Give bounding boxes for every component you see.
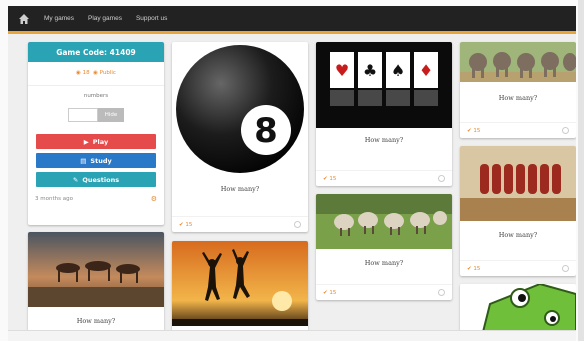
gear-icon[interactable]: ⚙ bbox=[151, 195, 157, 203]
circle-icon[interactable] bbox=[562, 127, 569, 134]
nav-play-games[interactable]: Play games bbox=[88, 15, 122, 22]
card-sunset[interactable] bbox=[172, 241, 308, 330]
eye-icon: ◉ bbox=[76, 70, 81, 76]
card-caption: How many? bbox=[498, 94, 538, 102]
hide-toggle[interactable]: Hide bbox=[28, 108, 164, 122]
visibility-label: Public bbox=[99, 70, 116, 76]
card-aces[interactable]: ♥ ♣ ♠ ♦ How many? ✔ 15 bbox=[316, 42, 452, 186]
card-horses[interactable]: How many? bbox=[28, 232, 164, 330]
likes-count[interactable]: ✔ 15 bbox=[467, 128, 480, 134]
card-caption: How many? bbox=[364, 136, 404, 144]
nav-support-us[interactable]: Support us bbox=[136, 15, 167, 22]
bottom-strip bbox=[8, 330, 576, 341]
likes-count[interactable]: ✔ 15 bbox=[179, 222, 192, 228]
frog-image bbox=[460, 284, 576, 330]
circle-icon[interactable] bbox=[438, 289, 445, 296]
card-caption: How many? bbox=[220, 185, 260, 193]
card-caption: How many? bbox=[498, 231, 538, 239]
game-meta: 3 months ago ⚙ bbox=[28, 195, 164, 203]
card-elephants[interactable]: How many? ✔ 15 bbox=[460, 42, 576, 138]
book-icon: ▤ bbox=[80, 156, 87, 165]
likes-count[interactable]: ✔ 15 bbox=[467, 266, 480, 272]
svg-text:8: 8 bbox=[254, 111, 278, 151]
card-sausages[interactable]: How many? ✔ 15 bbox=[460, 146, 576, 276]
card-footer: ✔ 15 bbox=[316, 284, 452, 300]
study-label: Study bbox=[90, 156, 112, 165]
questions-button[interactable]: ✎ Questions bbox=[36, 172, 156, 187]
card-8-ball[interactable]: 8 How many? ✔ 15 bbox=[172, 42, 308, 232]
svg-text:♣: ♣ bbox=[363, 61, 377, 80]
sunset-image bbox=[172, 241, 308, 326]
card-footer: ✔ 15 bbox=[172, 216, 308, 232]
plays-count: 18 bbox=[82, 70, 90, 76]
home-icon[interactable] bbox=[18, 13, 30, 25]
content-area: Game Code: 41409 ◉ 18 ◉ Public numbers H… bbox=[8, 34, 576, 330]
hide-button[interactable]: Hide bbox=[98, 108, 124, 122]
scrollbar-track[interactable] bbox=[578, 0, 584, 341]
circle-icon[interactable] bbox=[562, 265, 569, 272]
age-label: 3 months ago bbox=[35, 196, 73, 202]
card-caption: How many? bbox=[364, 259, 404, 267]
likes-count[interactable]: ✔ 15 bbox=[323, 290, 336, 296]
topic-label: numbers bbox=[28, 85, 164, 99]
elephants-image bbox=[460, 42, 576, 82]
sausages-image bbox=[460, 146, 576, 221]
svg-text:♠: ♠ bbox=[391, 61, 405, 80]
play-button[interactable]: ▶ Play bbox=[36, 134, 156, 149]
top-navbar: My games Play games Support us bbox=[8, 6, 576, 31]
svg-text:♥: ♥ bbox=[335, 61, 349, 80]
card-sheep[interactable]: How many? ✔ 15 bbox=[316, 194, 452, 300]
play-label: Play bbox=[92, 137, 109, 146]
aces-image: ♥ ♣ ♠ ♦ bbox=[316, 42, 452, 128]
game-code-header: Game Code: 41409 bbox=[28, 42, 164, 62]
questions-label: Questions bbox=[82, 175, 120, 184]
horses-image bbox=[28, 232, 164, 307]
play-icon: ▶ bbox=[83, 137, 89, 146]
pencil-icon: ✎ bbox=[72, 175, 79, 184]
game-stats: ◉ 18 ◉ Public bbox=[28, 70, 164, 76]
globe-icon: ◉ bbox=[93, 70, 98, 76]
game-panel: Game Code: 41409 ◉ 18 ◉ Public numbers H… bbox=[28, 42, 164, 225]
toggle-track[interactable] bbox=[68, 108, 98, 122]
nav-my-games[interactable]: My games bbox=[44, 15, 74, 22]
card-footer: ✔ 15 bbox=[460, 122, 576, 138]
study-button[interactable]: ▤ Study bbox=[36, 153, 156, 168]
card-footer: ✔ 15 bbox=[460, 260, 576, 276]
sheep-image bbox=[316, 194, 452, 249]
card-caption: How many? bbox=[76, 317, 116, 325]
svg-text:♦: ♦ bbox=[419, 61, 433, 80]
circle-icon[interactable] bbox=[294, 221, 301, 228]
card-frog[interactable] bbox=[460, 284, 576, 330]
card-footer: ✔ 15 bbox=[316, 170, 452, 186]
eight-ball-image: 8 bbox=[176, 45, 304, 173]
likes-count[interactable]: ✔ 15 bbox=[323, 176, 336, 182]
circle-icon[interactable] bbox=[438, 175, 445, 182]
